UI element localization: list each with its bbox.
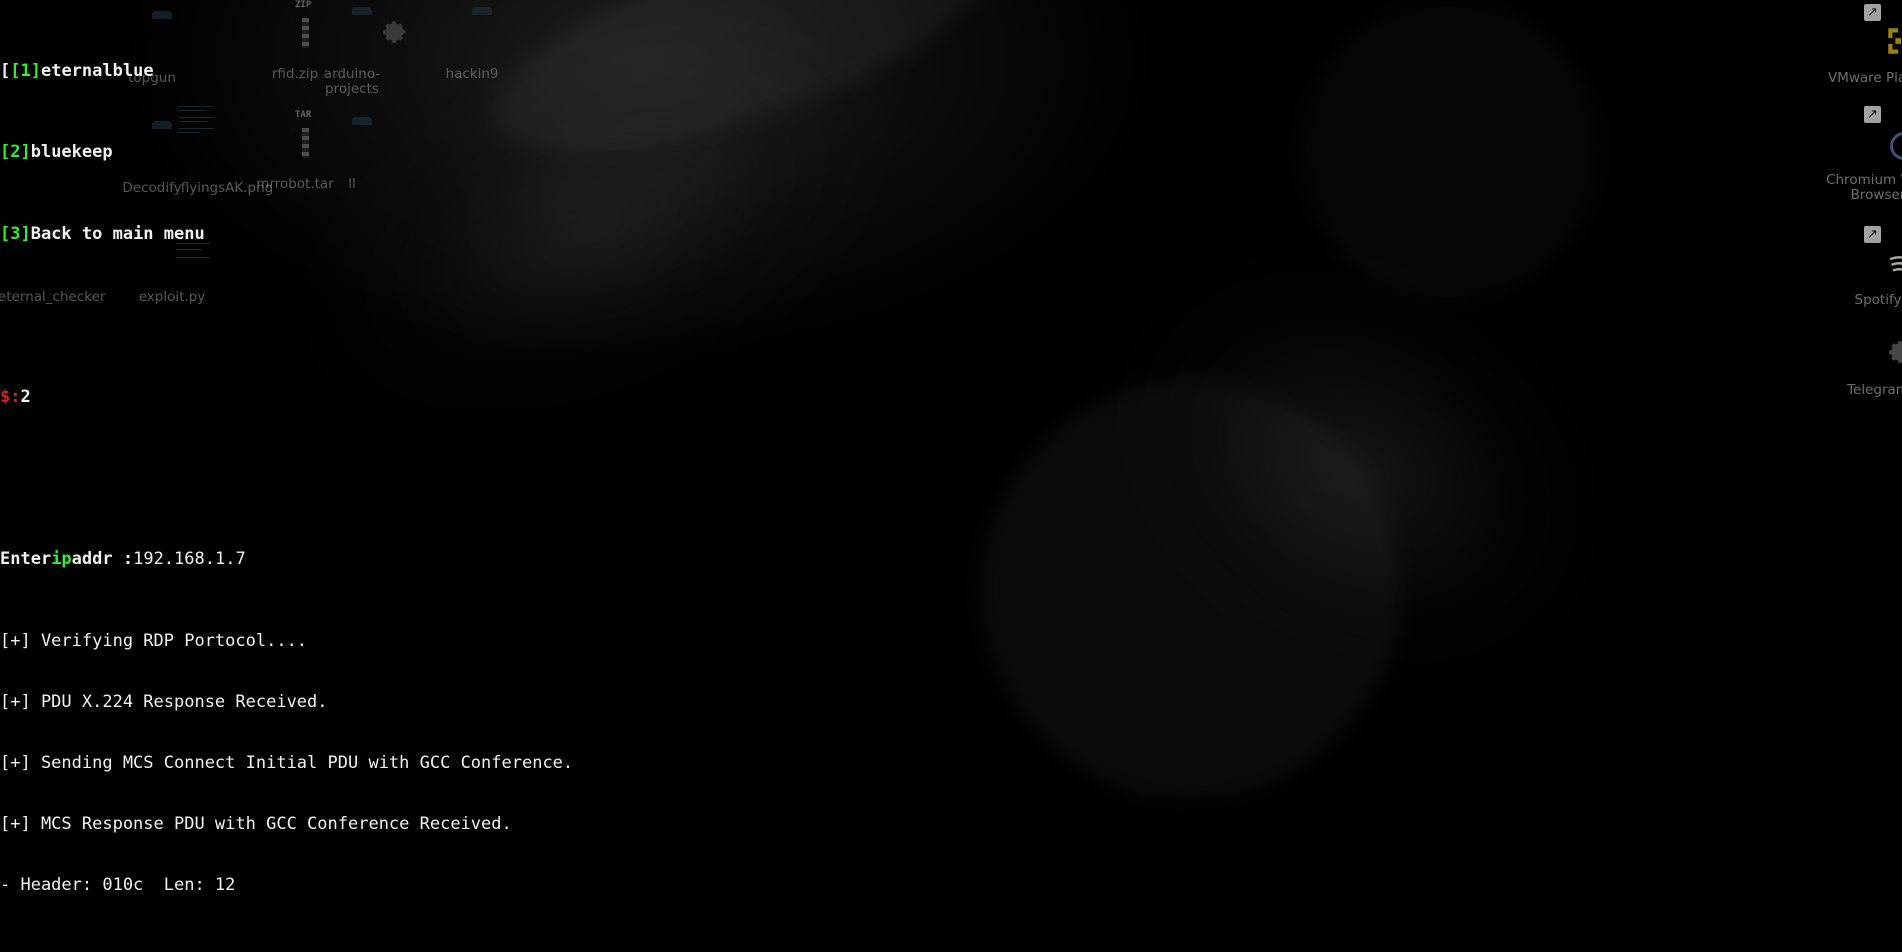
ip-address-prompt-line[interactable]: Enteripaddr :192.168.1.7 (0, 549, 1902, 569)
menu-index-number: [3] (0, 223, 31, 244)
ip-address-value[interactable]: 192.168.1.7 (133, 549, 246, 569)
shell-prompt-line[interactable]: $:2 (0, 387, 1902, 407)
ip-prompt-rest: addr : (71, 549, 134, 570)
terminal-output[interactable]: [[1]eternalblue [2]bluekeep [3]Back to m… (0, 0, 1902, 927)
prompt-symbol: $: (0, 386, 21, 407)
menu-index-number: [1] (10, 61, 41, 82)
menu-item-label: bluekeep (30, 142, 113, 163)
log-line: [+] Verifying RDP Portocol.... (0, 630, 308, 651)
menu-item-label: eternalblue (40, 61, 154, 82)
menu-index-number: [2] (0, 142, 31, 163)
log-line: [+] Sending MCS Connect Initial PDU with… (0, 752, 574, 773)
menu-item-label: Back to main menu (30, 223, 205, 244)
log-line: - Header: 010c Len: 12 (0, 874, 236, 895)
ip-prompt-label: Enter (0, 549, 52, 570)
menu-item-back-to-main-menu[interactable]: [3]Back to main menu (0, 224, 1902, 244)
menu-index: [ (0, 61, 11, 82)
log-line: [+] MCS Response PDU with GCC Conference… (0, 813, 512, 834)
ip-prompt-keyword: ip (51, 549, 72, 570)
menu-item-eternalblue[interactable]: [[1]eternalblue (0, 61, 1902, 81)
prompt-input-value[interactable]: 2 (20, 387, 30, 407)
menu-item-bluekeep[interactable]: [2]bluekeep (0, 142, 1902, 162)
log-line: [+] PDU X.224 Response Received. (0, 691, 328, 712)
